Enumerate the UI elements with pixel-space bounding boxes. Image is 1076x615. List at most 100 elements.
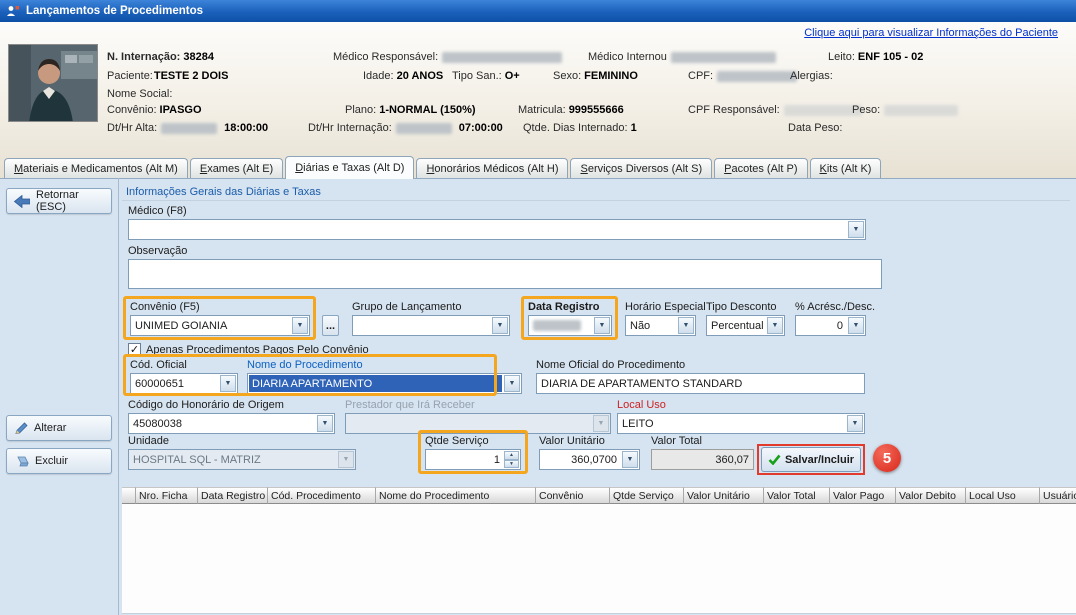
field-peso: Peso: bbox=[852, 104, 962, 116]
local-uso-combobox[interactable]: LEITO ▼ bbox=[617, 413, 865, 434]
valor-unitario-combobox[interactable]: 360,0700 ▼ bbox=[539, 449, 640, 470]
col-usuario[interactable]: Usuário bbox=[1040, 487, 1076, 504]
group-title: Informações Gerais das Diárias e Taxas bbox=[126, 186, 321, 198]
chevron-down-icon[interactable]: ▼ bbox=[317, 415, 333, 432]
alterar-button[interactable]: Alterar bbox=[6, 415, 112, 441]
excluir-button[interactable]: Excluir bbox=[6, 448, 112, 474]
apenas-pagos-label: Apenas Procedimentos Pagos Pelo Convênio bbox=[146, 344, 369, 356]
salvar-incluir-label: Salvar/Incluir bbox=[785, 454, 854, 466]
horario-especial-label: Horário Especial bbox=[625, 301, 706, 313]
col-valor-unitario[interactable]: Valor Unitário bbox=[684, 487, 764, 504]
qtde-dias-value: 1 bbox=[631, 122, 637, 134]
col-local-uso[interactable]: Local Uso bbox=[966, 487, 1040, 504]
col-data-registro[interactable]: Data Registro bbox=[198, 487, 268, 504]
medico-combobox[interactable]: ▼ bbox=[128, 219, 866, 240]
cod-oficial-value: 60000651 bbox=[132, 375, 218, 392]
tab-honorarios[interactable]: Honorários Médicos (Alt H) bbox=[416, 158, 568, 178]
qtde-dias-label: Qtde. Dias Internado: bbox=[523, 122, 628, 134]
convenio-combobox[interactable]: UNIMED GOIANIA ▼ bbox=[130, 315, 310, 336]
nome-procedimento-combobox[interactable]: DIARIA APARTAMENTO ▼ bbox=[247, 373, 522, 394]
sexo-value: FEMININO bbox=[584, 70, 638, 82]
eraser-icon bbox=[14, 455, 29, 467]
valor-total-label: Valor Total bbox=[651, 435, 702, 447]
cod-honorario-combobox[interactable]: 45080038 ▼ bbox=[128, 413, 335, 434]
chevron-down-icon[interactable]: ▼ bbox=[622, 451, 638, 468]
unidade-label: Unidade bbox=[128, 435, 169, 447]
plano-value: 1-NORMAL (150%) bbox=[379, 104, 475, 116]
field-data-peso: Data Peso: bbox=[788, 122, 842, 134]
unidade-combobox: HOSPITAL SQL - MATRIZ ▼ bbox=[128, 449, 356, 470]
col-qtde-servico[interactable]: Qtde Serviço bbox=[610, 487, 684, 504]
alergias-label: Alergias: bbox=[790, 70, 833, 82]
leito-value: ENF 105 - 02 bbox=[858, 51, 923, 63]
convenio-browse-button[interactable]: ... bbox=[322, 315, 339, 336]
col-indicator[interactable] bbox=[122, 487, 136, 504]
tipo-desconto-combobox[interactable]: Percentual ▼ bbox=[706, 315, 785, 336]
tab-servicos-diversos-label: Serviços Diversos (Alt S) bbox=[580, 163, 702, 175]
chevron-down-icon[interactable]: ▼ bbox=[220, 375, 236, 392]
results-table-header: Nro. Ficha Data Registro Cód. Procedimen… bbox=[122, 487, 1076, 504]
tab-diarias-taxas[interactable]: Diárias e Taxas (Alt D) bbox=[285, 156, 414, 179]
spin-up-icon[interactable]: ▲ bbox=[504, 451, 519, 460]
data-registro-combobox[interactable]: ▼ bbox=[528, 315, 612, 336]
field-n-internacao: N. Internação:38284 bbox=[107, 51, 214, 63]
field-alergias: Alergias: bbox=[790, 70, 833, 82]
tab-pacotes-label: Pacotes (Alt P) bbox=[724, 163, 797, 175]
tab-materiais[interactable]: Materiais e Medicamentos (Alt M) bbox=[4, 158, 188, 178]
col-cod-procedimento[interactable]: Cód. Procedimento bbox=[268, 487, 376, 504]
acresc-desc-value: 0 bbox=[797, 317, 846, 334]
chevron-down-icon[interactable]: ▼ bbox=[504, 375, 520, 392]
group-divider bbox=[122, 200, 1070, 201]
patient-info-link[interactable]: Clique aqui para visualizar Informações … bbox=[804, 27, 1058, 39]
tab-kits[interactable]: Kits (Alt K) bbox=[810, 158, 882, 178]
medico-responsavel-redacted bbox=[442, 52, 562, 63]
field-dthr-internacao: Dt/Hr Internação:07:00:00 bbox=[308, 122, 503, 134]
field-convenio: Convênio:IPASGO bbox=[107, 104, 202, 116]
data-registro-label: Data Registro bbox=[528, 301, 600, 313]
dthr-alta-label: Dt/Hr Alta: bbox=[107, 122, 157, 134]
tab-materiais-label: Materiais e Medicamentos (Alt M) bbox=[14, 163, 178, 175]
qtde-servico-stepper[interactable]: 1 ▲▼ bbox=[425, 449, 521, 470]
grupo-lancamento-combobox[interactable]: ▼ bbox=[352, 315, 510, 336]
chevron-down-icon[interactable]: ▼ bbox=[492, 317, 508, 334]
chevron-down-icon[interactable]: ▼ bbox=[678, 317, 694, 334]
field-qtde-dias: Qtde. Dias Internado:1 bbox=[523, 122, 637, 134]
col-valor-total[interactable]: Valor Total bbox=[764, 487, 830, 504]
field-dthr-alta: Dt/Hr Alta:18:00:00 bbox=[107, 122, 268, 134]
salvar-incluir-button[interactable]: Salvar/Incluir bbox=[761, 447, 861, 472]
spin-down-icon[interactable]: ▼ bbox=[504, 460, 519, 469]
cod-oficial-combobox[interactable]: 60000651 ▼ bbox=[130, 373, 238, 394]
field-medico-responsavel: Médico Responsável: bbox=[333, 51, 566, 63]
col-nro-ficha[interactable]: Nro. Ficha bbox=[136, 487, 198, 504]
tipo-desconto-value: Percentual bbox=[708, 317, 765, 334]
paciente-label: Paciente: bbox=[107, 70, 153, 82]
medico-responsavel-label: Médico Responsável: bbox=[333, 51, 438, 63]
col-valor-debito[interactable]: Valor Debito bbox=[896, 487, 966, 504]
prestador-combobox: ▼ bbox=[345, 413, 611, 434]
col-nome-procedimento[interactable]: Nome do Procedimento bbox=[376, 487, 536, 504]
chevron-down-icon[interactable]: ▼ bbox=[767, 317, 783, 334]
acresc-desc-combobox[interactable]: 0 ▼ bbox=[795, 315, 866, 336]
local-uso-value: LEITO bbox=[619, 415, 845, 432]
chevron-down-icon[interactable]: ▼ bbox=[292, 317, 308, 334]
chevron-down-icon[interactable]: ▼ bbox=[848, 317, 864, 334]
tab-exames[interactable]: Exames (Alt E) bbox=[190, 158, 283, 178]
retornar-button[interactable]: Retornar (ESC) bbox=[6, 188, 112, 214]
col-valor-pago[interactable]: Valor Pago bbox=[830, 487, 896, 504]
patient-photo bbox=[8, 44, 98, 122]
chevron-down-icon: ▼ bbox=[338, 451, 354, 468]
horario-especial-combobox[interactable]: Não ▼ bbox=[625, 315, 696, 336]
chevron-down-icon[interactable]: ▼ bbox=[594, 317, 610, 334]
nome-oficial-input[interactable]: DIARIA DE APARTAMENTO STANDARD bbox=[536, 373, 865, 394]
convenio-f5-label: Convênio (F5) bbox=[130, 301, 200, 313]
tab-servicos-diversos[interactable]: Serviços Diversos (Alt S) bbox=[570, 158, 712, 178]
observacao-input[interactable] bbox=[128, 259, 882, 289]
field-medico-internou: Médico Internou bbox=[588, 51, 780, 63]
chevron-down-icon[interactable]: ▼ bbox=[847, 415, 863, 432]
tab-kits-label: Kits (Alt K) bbox=[820, 163, 872, 175]
apenas-pagos-checkbox[interactable]: ✓ bbox=[128, 343, 141, 356]
tab-pacotes[interactable]: Pacotes (Alt P) bbox=[714, 158, 807, 178]
col-convenio[interactable]: Convênio bbox=[536, 487, 610, 504]
chevron-down-icon[interactable]: ▼ bbox=[848, 221, 864, 238]
results-table-body bbox=[122, 504, 1076, 614]
